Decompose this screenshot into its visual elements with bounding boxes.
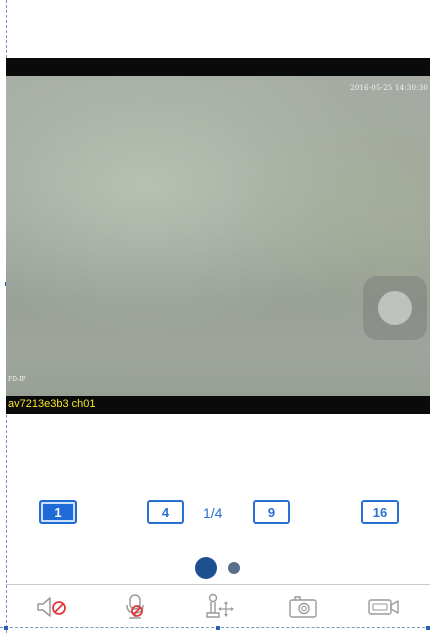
guide-marker	[216, 626, 220, 630]
snapshot-button[interactable]	[285, 592, 321, 622]
channel-label: av7213e3b3 ch01	[8, 398, 96, 410]
ptz-control-icon	[203, 593, 235, 621]
record-button[interactable]	[366, 592, 402, 622]
microphone-button[interactable]	[117, 592, 153, 622]
page-dot-active[interactable]	[195, 557, 217, 579]
camera-feed[interactable]	[6, 76, 430, 396]
split-16-button[interactable]: 16	[361, 500, 399, 524]
snapshot-camera-icon	[287, 594, 319, 620]
page-dot[interactable]	[228, 562, 240, 574]
floating-assistive-button[interactable]	[363, 276, 427, 340]
speaker-muted-icon	[35, 595, 69, 619]
live-view-screen: 2016-05-25 14:30:30 FD-IP av7213e3b3 ch0…	[0, 0, 430, 633]
video-player[interactable]: 2016-05-25 14:30:30 FD-IP av7213e3b3 ch0…	[6, 58, 430, 414]
assistive-knob-icon	[378, 291, 412, 325]
guide-line-bottom	[0, 627, 430, 628]
ptz-button[interactable]	[201, 592, 237, 622]
speaker-button[interactable]	[34, 592, 70, 622]
page-indicator: 1/4	[203, 505, 223, 521]
guide-marker	[4, 626, 8, 630]
split-9-button[interactable]: 9	[253, 500, 290, 524]
video-timestamp: 2016-05-25 14:30:30	[350, 84, 428, 92]
guide-marker	[426, 626, 430, 630]
split-1-button[interactable]: 1	[39, 500, 77, 524]
toolbar-divider	[6, 584, 430, 585]
record-video-icon	[366, 595, 402, 619]
microphone-muted-icon	[120, 593, 150, 621]
split-4-button[interactable]: 4	[147, 500, 184, 524]
osd-label: FD-IP	[8, 376, 26, 383]
